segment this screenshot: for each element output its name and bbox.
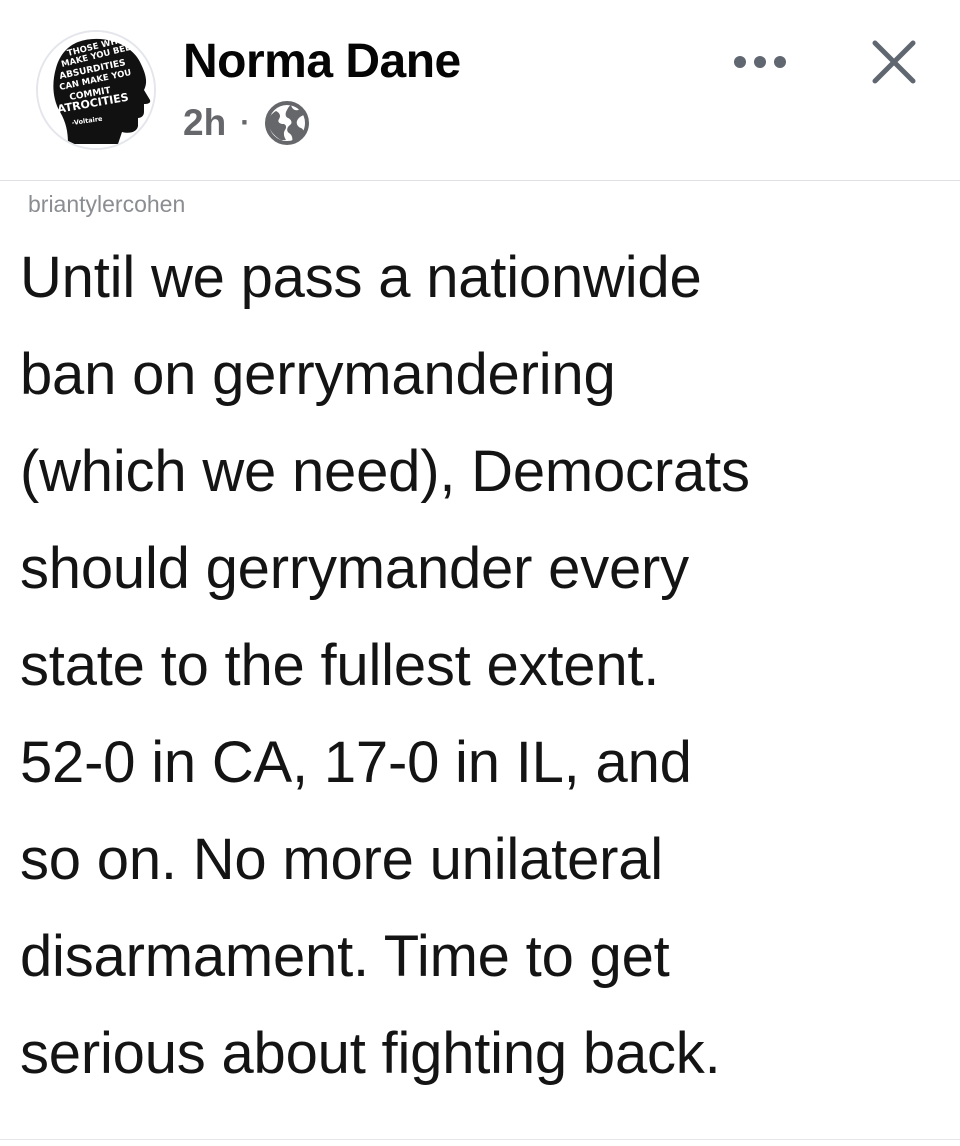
quote-line: should gerrymander every (20, 536, 689, 601)
quote-line: (which we need), Democrats (20, 439, 750, 504)
quote-line: ban on gerrymandering (20, 342, 616, 407)
quote-text: Until we pass a nationwide ban on gerrym… (20, 229, 950, 1102)
bottom-divider (0, 1139, 960, 1140)
silhouette-quote-avatar-icon: THOSE WHO CAN MAKE YOU BELIEVE ABSURDITI… (38, 32, 154, 148)
more-options-icon (734, 56, 786, 68)
globe-icon[interactable] (264, 100, 310, 146)
source-handle: briantylercohen (28, 191, 186, 217)
post-meta: 2h · (183, 100, 310, 146)
post-image-content[interactable]: briantylercohen Until we pass a nationwi… (0, 181, 960, 1139)
quote-line: 52-0 in CA, 17-0 in IL, and (20, 730, 692, 795)
quote-line: disarmament. Time to get (20, 924, 670, 989)
post-header: THOSE WHO CAN MAKE YOU BELIEVE ABSURDITI… (0, 0, 960, 180)
quote-line: state to the fullest extent. (20, 633, 660, 698)
quote-line: Until we pass a nationwide (20, 245, 702, 310)
avatar[interactable]: THOSE WHO CAN MAKE YOU BELIEVE ABSURDITI… (36, 30, 156, 150)
author-name[interactable]: Norma Dane (183, 34, 461, 90)
quote-line: serious about fighting back. (20, 1021, 721, 1086)
meta-separator: · (240, 106, 251, 139)
more-options-button[interactable] (728, 42, 792, 82)
close-icon (872, 40, 916, 84)
close-button[interactable] (862, 30, 926, 94)
post-timestamp[interactable]: 2h (183, 100, 226, 146)
quote-line: so on. No more unilateral (20, 827, 663, 892)
